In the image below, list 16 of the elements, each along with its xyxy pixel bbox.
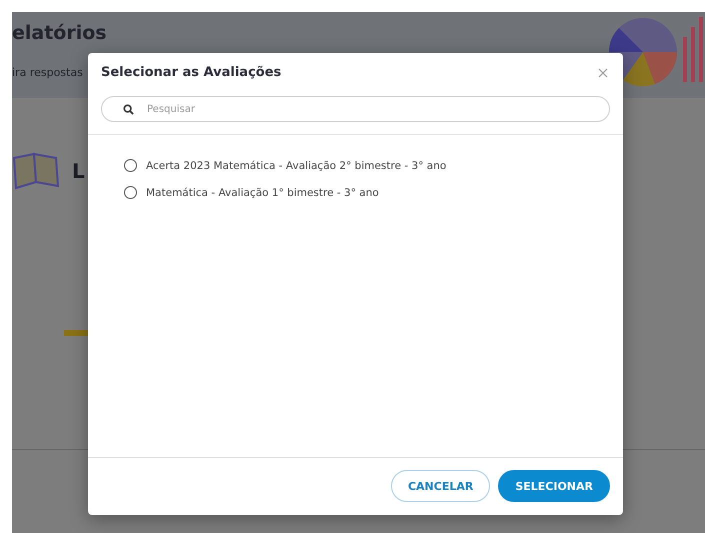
page-subtitle: ira respostas (12, 66, 83, 79)
section-heading: L (72, 159, 85, 183)
book-icon (12, 152, 60, 190)
select-button[interactable]: SELECIONAR (498, 470, 610, 502)
dialog-title: Selecionar as Avaliações (101, 65, 282, 80)
option-label: Matemática - Avaliação 1° bimestre - 3° ano (146, 186, 379, 198)
option-label: Acerta 2023 Matemática - Avaliação 2° bimestre - 3° ano (146, 160, 446, 172)
close-button[interactable] (596, 66, 610, 80)
search-field[interactable]: Pesquisar (101, 96, 610, 122)
search-icon (123, 104, 134, 115)
close-icon (598, 68, 608, 78)
decorative-dash (64, 330, 90, 336)
radio-button[interactable] (124, 159, 137, 172)
radio-button[interactable] (124, 186, 137, 199)
page-title: elatórios (12, 22, 107, 44)
cancel-button[interactable]: CANCELAR (390, 470, 490, 502)
